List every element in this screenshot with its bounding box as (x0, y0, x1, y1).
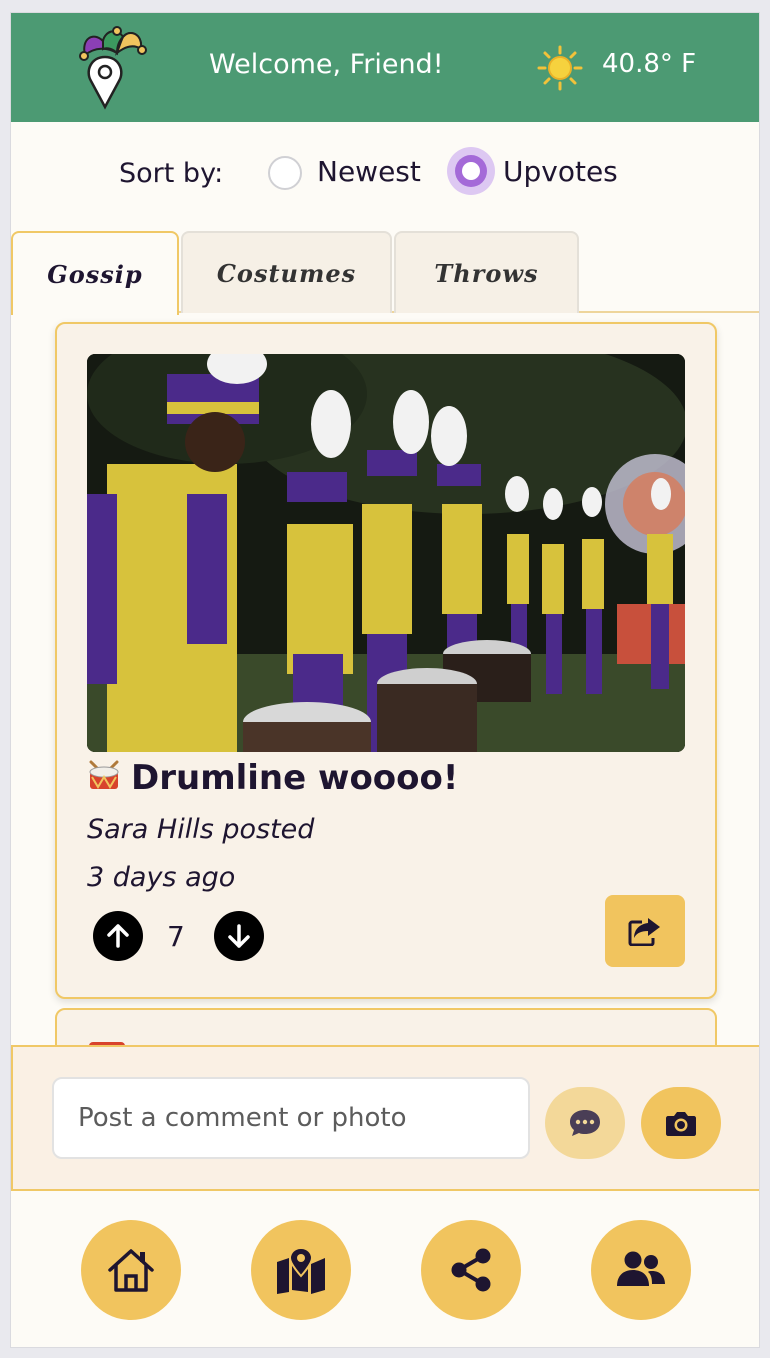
app-screen: Welcome, Friend! 40.8° F Sort by: Newest… (10, 12, 760, 1348)
upvote-button[interactable] (93, 911, 143, 961)
post-title: Drumline woooo! (87, 758, 458, 798)
welcome-message: Welcome, Friend! (209, 49, 444, 80)
comment-input[interactable] (52, 1077, 530, 1159)
users-icon (617, 1251, 665, 1286)
drum-icon (89, 760, 119, 789)
sort-newest-radio[interactable] (268, 156, 302, 190)
post-timestamp: 3 days ago (87, 862, 236, 893)
downvote-button[interactable] (214, 911, 264, 961)
add-photo-button[interactable] (641, 1087, 721, 1159)
marching-band-illustration (87, 354, 685, 752)
post-comment-button[interactable] (545, 1087, 625, 1159)
post-card: Drumline woooo! Sara Hills posted 3 days… (55, 322, 717, 999)
marching-band-photo[interactable] (87, 354, 685, 752)
tab-gossip[interactable]: Gossip (11, 231, 179, 315)
arrow-up-icon (107, 924, 129, 948)
map-icon (277, 1246, 325, 1294)
share-icon (451, 1248, 491, 1292)
sort-label: Sort by: (119, 158, 224, 189)
temperature-readout: 40.8° F (602, 49, 697, 79)
app-header: Welcome, Friend! 40.8° F (11, 13, 759, 122)
nav-home-button[interactable] (81, 1220, 181, 1320)
tab-throws[interactable]: Throws (394, 231, 579, 313)
vote-count: 7 (167, 920, 185, 953)
arrow-down-icon (228, 924, 250, 948)
home-icon (108, 1249, 154, 1292)
sort-newest-label[interactable]: Newest (317, 155, 421, 188)
comment-composer (11, 1045, 759, 1191)
chat-bubble-icon (570, 1110, 600, 1136)
nav-friends-button[interactable] (591, 1220, 691, 1320)
post-title-text: Drumline woooo! (131, 758, 459, 798)
sun-icon (537, 45, 583, 91)
sort-upvotes-radio[interactable] (447, 147, 495, 195)
tab-costumes[interactable]: Costumes (181, 231, 392, 313)
share-square-icon (628, 918, 660, 946)
sort-upvotes-label[interactable]: Upvotes (503, 155, 618, 188)
nav-map-button[interactable] (251, 1220, 351, 1320)
camera-icon (666, 1112, 696, 1136)
post-author: Sara Hills posted (87, 814, 315, 845)
radio-dot (462, 162, 480, 180)
nav-share-button[interactable] (421, 1220, 521, 1320)
share-post-button[interactable] (605, 895, 685, 967)
jester-hat-location-pin-icon[interactable] (71, 25, 151, 111)
